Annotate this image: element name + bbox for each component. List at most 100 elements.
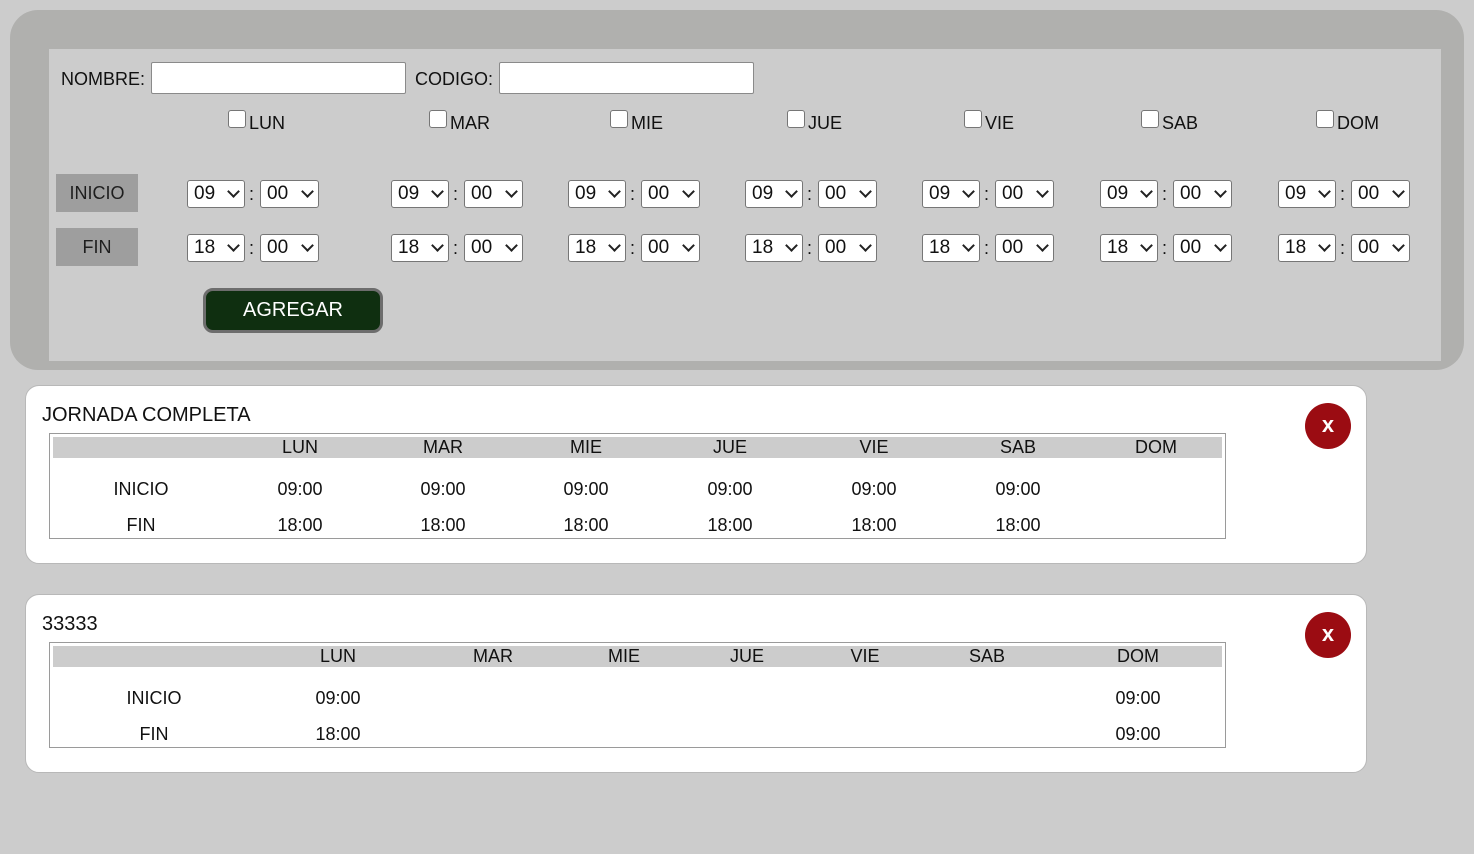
mie-end-minute-select[interactable]: 00: [641, 234, 700, 262]
vie-start-hour-select-value: 09: [929, 183, 951, 204]
mie-end-hour-select[interactable]: 18: [568, 234, 626, 262]
jue-end-minute-select[interactable]: 00: [818, 234, 877, 262]
chevron-down-icon: [785, 239, 798, 252]
dom-end-hour-select-value: 18: [1285, 237, 1307, 258]
fin-time-vie: 18:00: [851, 515, 897, 535]
delete-schedule-button[interactable]: x: [1305, 612, 1351, 658]
lun-start-hour-select[interactable]: 09: [187, 180, 245, 208]
mar-start-minute-select[interactable]: 00: [464, 180, 523, 208]
nombre-input[interactable]: [151, 62, 406, 94]
chevron-down-icon: [1214, 185, 1227, 198]
chevron-down-icon: [505, 239, 518, 252]
sab-end-minute-select[interactable]: 00: [1173, 234, 1232, 262]
checkbox-square[interactable]: [1141, 110, 1159, 128]
column-header-sab: SAB: [968, 646, 1006, 666]
inicio-time-mie: 09:00: [563, 479, 609, 499]
vie-end-hour-select[interactable]: 18: [922, 234, 980, 262]
day-label-lun: LUN: [249, 113, 286, 133]
day-checkbox-sab[interactable]: SAB: [1141, 110, 1198, 133]
sab-start-minute-select[interactable]: 00: [1173, 180, 1232, 208]
vie-end-minute-select-value: 00: [1002, 237, 1024, 258]
vie-start-minute-select[interactable]: 00: [995, 180, 1054, 208]
day-label-mar: MAR: [450, 113, 490, 133]
mar-end-hour-select[interactable]: 18: [391, 234, 449, 262]
mie-start-minute-select-value: 00: [648, 183, 670, 204]
vie-end-minute-select[interactable]: 00: [995, 234, 1054, 262]
day-checkbox-mie[interactable]: MIE: [610, 110, 663, 133]
day-checkbox-mar[interactable]: MAR: [429, 110, 490, 133]
mie-start-hour-select[interactable]: 09: [568, 180, 626, 208]
schedule-form-frame: NOMBRE: CODIGO: LUN 09:00 18:00 MAR 09:00 18:…: [10, 10, 1464, 370]
column-header-dom: DOM: [1135, 437, 1177, 457]
jue-end-hour-select[interactable]: 18: [745, 234, 803, 262]
mar-start-hour-select[interactable]: 09: [391, 180, 449, 208]
sab-end-hour-select[interactable]: 18: [1100, 234, 1158, 262]
dom-start-hour-select[interactable]: 09: [1278, 180, 1336, 208]
inicio-row-label: INICIO: [56, 174, 138, 212]
jue-start-minute-select[interactable]: 00: [818, 180, 877, 208]
day-label-vie: VIE: [985, 113, 1015, 133]
mie-start-hour-select-value: 09: [575, 183, 597, 204]
time-separator: :: [249, 238, 255, 258]
chevron-down-icon: [1140, 185, 1153, 198]
jue-start-hour-select[interactable]: 09: [745, 180, 803, 208]
fin-time-mie: 18:00: [563, 515, 609, 535]
chevron-down-icon: [682, 239, 695, 252]
lun-start-minute-select[interactable]: 00: [260, 180, 319, 208]
jue-end-minute-select-value: 00: [825, 237, 847, 258]
time-separator: :: [630, 184, 636, 204]
mar-end-minute-select[interactable]: 00: [464, 234, 523, 262]
fin-time-jue: 18:00: [707, 515, 753, 535]
checkbox-square[interactable]: [610, 110, 628, 128]
chevron-down-icon: [227, 185, 240, 198]
dom-start-minute-select[interactable]: 00: [1351, 180, 1410, 208]
lun-start-hour-select-value: 09: [194, 183, 216, 204]
day-checkbox-vie[interactable]: VIE: [964, 110, 1015, 133]
mie-end-hour-select-value: 18: [575, 237, 597, 258]
checkbox-square[interactable]: [787, 110, 805, 128]
agregar-button[interactable]: AGREGAR: [203, 288, 383, 333]
chevron-down-icon: [1392, 185, 1405, 198]
column-header-mie: MIE: [607, 646, 641, 666]
checkbox-square[interactable]: [1316, 110, 1334, 128]
checkbox-square[interactable]: [964, 110, 982, 128]
day-checkbox-dom[interactable]: DOM: [1316, 110, 1379, 133]
checkbox-square[interactable]: [429, 110, 447, 128]
delete-schedule-button[interactable]: x: [1305, 403, 1351, 449]
sab-start-hour-select-value: 09: [1107, 183, 1129, 204]
fin-time-dom: 09:00: [1115, 724, 1161, 744]
day-checkbox-lun[interactable]: LUN: [228, 110, 286, 133]
chevron-down-icon: [962, 185, 975, 198]
chevron-down-icon: [608, 185, 621, 198]
chevron-down-icon: [431, 185, 444, 198]
checkbox-square[interactable]: [228, 110, 246, 128]
day-label-dom: DOM: [1337, 113, 1379, 133]
time-separator: :: [453, 238, 459, 258]
vie-end-hour-select-value: 18: [929, 237, 951, 258]
inicio-time-lun: 09:00: [315, 688, 361, 708]
day-checkbox-jue[interactable]: JUE: [787, 110, 842, 133]
fin-time-lun: 18:00: [315, 724, 361, 744]
inicio-time-vie: 09:00: [851, 479, 897, 499]
column-header-mar: MAR: [473, 646, 513, 666]
mie-start-minute-select[interactable]: 00: [641, 180, 700, 208]
lun-end-minute-select[interactable]: 00: [260, 234, 319, 262]
dom-end-minute-select[interactable]: 00: [1351, 234, 1410, 262]
time-separator: :: [807, 184, 813, 204]
schedule-card: 33333 x LUN 09:00 18:00 MAR MIE JUE VIE SAB DOM 0…: [25, 594, 1367, 773]
lun-end-hour-select[interactable]: 18: [187, 234, 245, 262]
mie-end-minute-select-value: 00: [648, 237, 670, 258]
time-separator: :: [249, 184, 255, 204]
chevron-down-icon: [431, 239, 444, 252]
mar-end-minute-select-value: 00: [471, 237, 493, 258]
chevron-down-icon: [1036, 239, 1049, 252]
sab-start-hour-select[interactable]: 09: [1100, 180, 1158, 208]
vie-start-hour-select[interactable]: 09: [922, 180, 980, 208]
schedule-card: JORNADA COMPLETA x LUN 09:00 18:00 MAR 09:00…: [25, 385, 1367, 564]
lun-end-minute-select-value: 00: [267, 237, 289, 258]
time-separator: :: [1162, 184, 1168, 204]
inicio-time-dom: 09:00: [1115, 688, 1161, 708]
inicio-time-lun: 09:00: [277, 479, 323, 499]
codigo-input[interactable]: [499, 62, 754, 94]
dom-end-hour-select[interactable]: 18: [1278, 234, 1336, 262]
